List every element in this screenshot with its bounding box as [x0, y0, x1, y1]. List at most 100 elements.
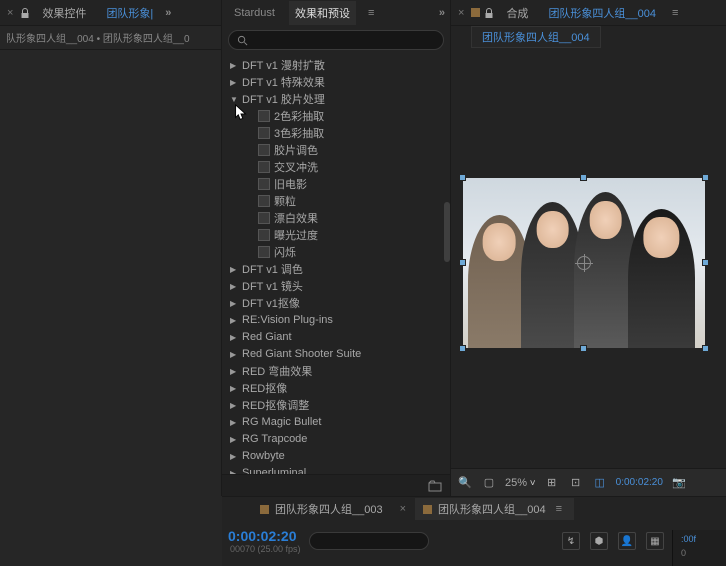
category-folder[interactable]: ▶RG Magic Bullet [222, 413, 450, 430]
tree-item-label: DFT v1 胶片处理 [242, 91, 325, 107]
twirl-icon[interactable]: ▶ [230, 452, 238, 460]
effects-tree[interactable]: ▶DFT v1 漫射扩散▶DFT v1 特殊效果 ▼ DFT v1 胶片处理2色彩抽… [222, 54, 450, 474]
preset-item[interactable]: 颗粒 [222, 192, 450, 209]
preset-item[interactable]: 旧电影 [222, 175, 450, 192]
tab-effects-controls[interactable]: 效果控件 [34, 1, 94, 25]
twirl-icon[interactable]: ▶ [230, 282, 238, 290]
twirl-icon[interactable]: ▶ [230, 435, 238, 443]
selection-handle[interactable] [702, 345, 709, 352]
anchor-point-icon[interactable] [577, 256, 591, 270]
twirl-icon[interactable]: ▶ [230, 299, 238, 307]
preset-item[interactable]: 交叉冲洗 [222, 158, 450, 175]
current-time[interactable]: 0:00:02:20 [616, 477, 663, 488]
category-folder[interactable]: ▶RE:Vision Plug-ins [222, 311, 450, 328]
preset-item[interactable]: 3色彩抽取 [222, 124, 450, 141]
selection-handle[interactable] [459, 345, 466, 352]
shy-toggle-icon[interactable]: 👤 [618, 532, 636, 550]
selection-handle[interactable] [702, 174, 709, 181]
render-queue-icon[interactable]: ⬢ [590, 532, 608, 550]
search-box[interactable] [228, 30, 444, 50]
magnify-icon[interactable]: 🔍 [457, 476, 473, 490]
timeline-tab[interactable]: 团队形象四人组__003 [252, 498, 391, 520]
snapshot-icon[interactable]: 📷 [671, 476, 687, 490]
preset-item[interactable]: 胶片调色 [222, 141, 450, 158]
selection-handle[interactable] [459, 174, 466, 181]
new-bin-icon[interactable] [428, 480, 442, 492]
timecode[interactable]: 0:00:02:20 [228, 528, 301, 544]
twirl-icon[interactable]: ▶ [230, 78, 238, 86]
selection-handle[interactable] [702, 259, 709, 266]
category-folder[interactable]: ▼ DFT v1 胶片处理 [222, 90, 450, 107]
category-folder[interactable]: ▶DFT v1抠像 [222, 294, 450, 311]
twirl-icon[interactable]: ▶ [230, 316, 238, 324]
preset-item[interactable]: 漂白效果 [222, 209, 450, 226]
twirl-icon[interactable]: ▶ [230, 384, 238, 392]
canvas[interactable] [463, 178, 705, 348]
display-icon[interactable]: ▢ [481, 476, 497, 490]
panel-menu-icon[interactable]: ≡ [364, 7, 378, 19]
category-folder[interactable]: ▶RED抠像 [222, 379, 450, 396]
selection-handle[interactable] [459, 259, 466, 266]
category-folder[interactable]: ▶DFT v1 特殊效果 [222, 73, 450, 90]
selection-handle[interactable] [580, 345, 587, 352]
category-folder[interactable]: ▶Rowbyte [222, 447, 450, 464]
grid-icon[interactable]: ⊡ [568, 476, 584, 490]
tree-item-label: 胶片调色 [274, 142, 318, 158]
comp-color-swatch [260, 505, 269, 514]
preset-icon [258, 161, 270, 173]
frame-blend-icon[interactable]: ▦ [646, 532, 664, 550]
timeline-tab[interactable]: 团队形象四人组__004 ≡ [415, 498, 574, 520]
tab-effects-presets[interactable]: 效果和预设 [289, 1, 356, 25]
twirl-icon[interactable]: ▼ [230, 95, 238, 103]
preset-icon [258, 195, 270, 207]
tab-menu-icon[interactable]: ≡ [552, 503, 566, 515]
twirl-icon[interactable]: ▶ [230, 350, 238, 358]
twirl-icon[interactable]: ▶ [230, 367, 238, 375]
resolution-icon[interactable]: ⊞ [544, 476, 560, 490]
twirl-icon[interactable]: ▶ [230, 469, 238, 475]
category-folder[interactable]: ▶ Red Giant [222, 328, 450, 345]
comp-name-dropdown[interactable]: 团队形象四人组__004 [471, 26, 601, 48]
lock-icon[interactable] [20, 8, 30, 18]
twirl-icon[interactable]: ▶ [230, 333, 238, 341]
category-folder[interactable]: ▶DFT v1 镜头 [222, 277, 450, 294]
layer-search-input[interactable] [316, 536, 448, 547]
tab-active-comp[interactable]: 团队形象| [98, 1, 161, 25]
panel-more[interactable]: » [439, 7, 444, 19]
more-tabs[interactable]: » [165, 7, 170, 19]
mask-toggle-icon[interactable]: ◫ [592, 476, 608, 490]
tree-item-label: Red Giant [242, 331, 292, 343]
category-folder[interactable]: ▶RG Trapcode [222, 430, 450, 447]
selection-handle[interactable] [580, 174, 587, 181]
tab-stardust[interactable]: Stardust [228, 3, 281, 23]
close-tab-button[interactable]: × [455, 7, 467, 19]
timecode-block[interactable]: 0:00:02:20 00070 (25.00 fps) [228, 528, 301, 554]
close-tab-button[interactable]: × [397, 503, 409, 515]
zoom-dropdown[interactable]: 25% ˅ [505, 477, 536, 489]
preset-item[interactable]: 闪烁 [222, 243, 450, 260]
twirl-icon[interactable]: ▶ [230, 418, 238, 426]
scrollbar-thumb[interactable] [444, 202, 450, 262]
ruler-label: 0 [681, 548, 686, 558]
category-folder[interactable]: ▶Superluminal [222, 464, 450, 474]
panel-menu-icon[interactable]: ≡ [668, 7, 682, 19]
graph-toggle-icon[interactable]: ↯ [562, 532, 580, 550]
layer-search[interactable] [309, 532, 429, 550]
tab-comp-name[interactable]: 团队形象四人组__004 [540, 1, 664, 25]
category-folder[interactable]: ▶Red Giant Shooter Suite [222, 345, 450, 362]
preset-item[interactable]: 曝光过度 [222, 226, 450, 243]
twirl-icon[interactable]: ▶ [230, 61, 238, 69]
search-input[interactable] [252, 34, 435, 46]
twirl-icon[interactable]: ▶ [230, 401, 238, 409]
category-folder[interactable]: ▶RED抠像调整 [222, 396, 450, 413]
category-folder[interactable]: ▶DFT v1 漫射扩散 [222, 56, 450, 73]
tab-compose[interactable]: 合成 [498, 1, 536, 25]
lock-icon[interactable] [484, 8, 494, 18]
close-tab-button[interactable]: × [4, 7, 16, 19]
category-folder[interactable]: ▶RED 弯曲效果 [222, 362, 450, 379]
twirl-icon[interactable]: ▶ [230, 265, 238, 273]
category-folder[interactable]: ▶DFT v1 调色 [222, 260, 450, 277]
preset-item[interactable]: 2色彩抽取 [222, 107, 450, 124]
time-ruler[interactable]: :00f 0 [672, 530, 726, 566]
composition-viewer[interactable] [451, 48, 726, 468]
